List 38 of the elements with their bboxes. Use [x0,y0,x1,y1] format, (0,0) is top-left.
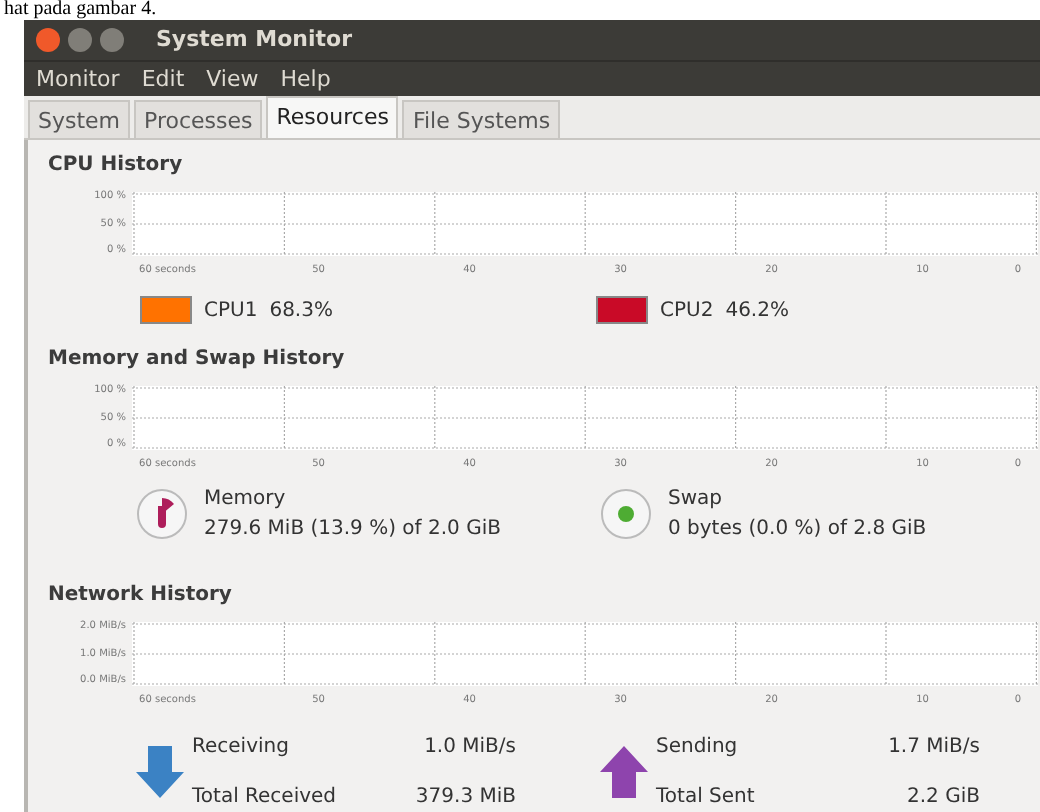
network-label: Total Received [192,786,339,809]
color-swatch[interactable] [140,296,192,324]
memory-label: Swap [668,488,725,510]
down-arrow-icon [136,744,184,800]
pie-chart-icon [136,488,188,540]
tab[interactable]: File Systems [402,100,561,138]
window-title: System Monitor [156,26,352,53]
section-title: CPU History [48,154,185,180]
section-title: Memory and Swap History [48,348,347,374]
menu-item[interactable]: Monitor [36,65,120,92]
legend-value: 46.2% [725,299,789,321]
tab[interactable]: Resources [266,96,399,138]
maximize-button[interactable] [100,27,124,52]
network-total: 379.3 MiB [413,786,516,809]
memory-detail: 0 bytes (0.0 %) of 2.8 GiB [668,518,927,540]
network-rate: 1.0 MiB/s [422,735,516,758]
menu-item[interactable]: Help [280,65,331,92]
dot-icon [600,488,652,540]
memory-label: Memory [204,488,288,510]
menu-item[interactable]: View [206,65,259,92]
up-arrow-icon [600,744,648,800]
tab[interactable]: System [28,100,131,138]
legend-label: CPU2 [660,299,714,321]
legend-label: CPU1 [204,299,258,321]
legend-value: 68.3% [269,299,333,321]
minimize-button[interactable] [68,27,92,52]
tab[interactable]: Processes [134,100,263,138]
network-rate: 1.7 MiB/s [886,735,980,758]
network-label: Receiving [192,735,291,758]
menu-item[interactable]: Edit [141,65,185,92]
color-swatch[interactable] [596,296,648,324]
document-text: hat pada gambar 4. [2,0,159,20]
network-total: 2.2 GiB [905,786,980,809]
section-title: Network History [48,584,234,610]
network-label: Sending [656,735,740,758]
close-button[interactable] [36,27,60,52]
network-label: Total Sent [656,786,757,809]
memory-detail: 279.6 MiB (13.9 %) of 2.0 GiB [204,518,501,540]
